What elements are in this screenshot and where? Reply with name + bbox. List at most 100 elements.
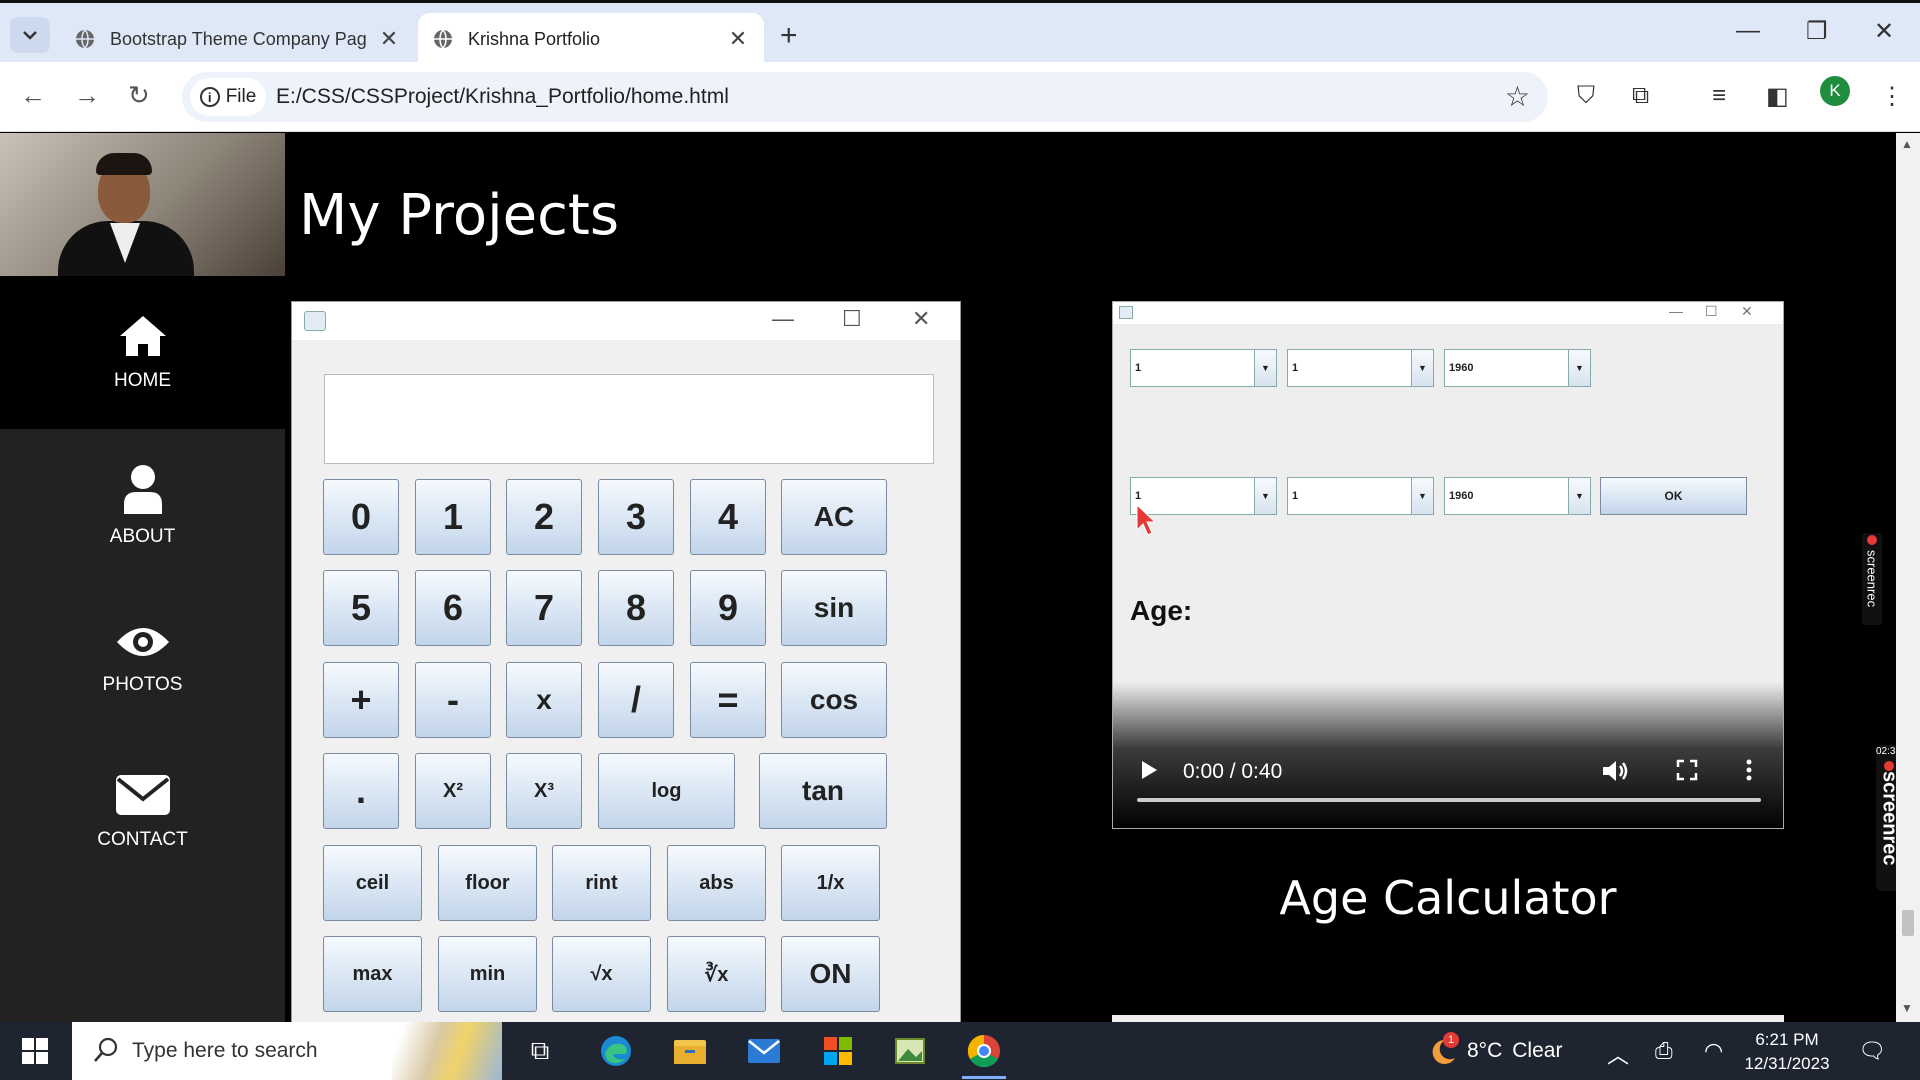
calc-button-tan: tan bbox=[759, 753, 887, 829]
close-window-icon[interactable]: ✕ bbox=[1874, 17, 1894, 46]
back-icon[interactable]: ← bbox=[20, 80, 46, 111]
search-icon bbox=[94, 1037, 118, 1062]
scroll-up-icon[interactable]: ▲ bbox=[1901, 137, 1913, 151]
close-icon: ✕ bbox=[912, 306, 931, 331]
calc-button-8: 8 bbox=[598, 570, 674, 646]
select-value: 1960 bbox=[1449, 490, 1474, 502]
age-calculator-caption: Age Calculator bbox=[1279, 871, 1617, 925]
sidebar-item-about[interactable]: ABOUT bbox=[0, 429, 285, 582]
side-panel-icon[interactable]: ◧ bbox=[1766, 82, 1789, 111]
video-progress-bar[interactable] bbox=[1137, 798, 1761, 802]
calc-button-ceil: ceil bbox=[323, 845, 422, 921]
maximize-icon: ☐ bbox=[1705, 303, 1718, 319]
minimize-window-icon[interactable]: — bbox=[1736, 17, 1760, 45]
calc-button-abs: abs bbox=[667, 845, 766, 921]
sidebar-item-label: PHOTOS bbox=[102, 673, 183, 695]
sidebar-nav: HOME ABOUT PHOTOS CONTACT bbox=[0, 276, 285, 1022]
windows-start-icon[interactable] bbox=[22, 1038, 48, 1064]
taskbar-clock[interactable]: 6:21 PM 12/31/2023 bbox=[1742, 1028, 1832, 1076]
birth-year-select: 1960 ▼ bbox=[1444, 349, 1591, 387]
screenrec-badge-small[interactable]: screenrec bbox=[1862, 533, 1882, 625]
maximize-icon: ☐ bbox=[842, 306, 862, 331]
microsoft-store-icon[interactable] bbox=[818, 1032, 858, 1070]
video-controls-gradient bbox=[1113, 682, 1783, 828]
close-tab-icon[interactable]: ✕ bbox=[377, 26, 401, 52]
volume-icon[interactable] bbox=[1601, 758, 1629, 784]
calc-button-multiply: x bbox=[506, 662, 582, 738]
sidebar-item-home[interactable]: HOME bbox=[0, 276, 285, 429]
sidebar-item-contact[interactable]: CONTACT bbox=[0, 735, 285, 888]
calc-button-max: max bbox=[323, 936, 422, 1012]
notifications-icon[interactable]: 🗨 bbox=[1858, 1038, 1886, 1064]
url-text[interactable]: E:/CSS/CSSProject/Krishna_Portfolio/home… bbox=[276, 85, 729, 109]
select-value: 1 bbox=[1292, 362, 1299, 374]
wifi-icon[interactable]: ◠ bbox=[1704, 1038, 1723, 1064]
page-scrollbar[interactable]: ▲ ▼ bbox=[1896, 133, 1920, 1022]
edge-browser-icon[interactable] bbox=[596, 1032, 636, 1070]
calc-button-equals: = bbox=[690, 662, 766, 738]
taskbar-search-box[interactable]: Type here to search bbox=[72, 1022, 502, 1080]
age-calculator-title-bar: — ☐ ✕ bbox=[1113, 302, 1783, 324]
meet-now-icon[interactable]: ⎙ bbox=[1655, 1038, 1673, 1064]
age-calculator-video[interactable]: — ☐ ✕ 1 ▼ 1 ▼ 1960 ▼ 1 ▼ 1 ▼ 1960 ▼ OK Age: 0:… bbox=[1112, 301, 1784, 829]
shield-extension-icon[interactable]: ⛉ bbox=[1577, 82, 1595, 110]
calc-button-floor: floor bbox=[438, 845, 537, 921]
sidebar-item-label: ABOUT bbox=[109, 525, 176, 547]
current-month-select: 1 ▼ bbox=[1287, 477, 1434, 515]
file-explorer-icon[interactable] bbox=[670, 1032, 710, 1070]
calc-button-rint: rint bbox=[552, 845, 651, 921]
globe-icon bbox=[76, 29, 94, 49]
tab-title: Bootstrap Theme Company Pag bbox=[110, 28, 367, 49]
bookmark-star-icon[interactable]: ☆ bbox=[1505, 80, 1530, 113]
restore-window-icon[interactable]: ❐ bbox=[1806, 17, 1828, 46]
calc-button-divide: / bbox=[598, 662, 674, 738]
calc-button-cube: X³ bbox=[506, 753, 582, 829]
calc-button-cbrt: ∛x bbox=[667, 936, 766, 1012]
forward-icon[interactable]: → bbox=[74, 80, 100, 111]
calculator-window: — ☐ ✕ 0 1 2 3 4 AC 5 6 7 8 9 sin + - x /… bbox=[291, 301, 961, 1022]
screenrec-label: screenrec bbox=[1878, 770, 1897, 866]
reload-icon[interactable]: ↻ bbox=[128, 80, 150, 111]
task-view-icon[interactable]: ⧉ bbox=[520, 1032, 560, 1070]
new-tab-button[interactable]: + bbox=[780, 19, 798, 53]
weather-temp: 8°C bbox=[1467, 1039, 1503, 1062]
address-bar[interactable]: i File E:/CSS/CSSProject/Krishna_Portfol… bbox=[182, 72, 1548, 122]
site-info-chip[interactable]: i File bbox=[190, 78, 266, 116]
more-menu-icon[interactable]: ⋮ bbox=[1880, 82, 1904, 111]
calc-button-sin: sin bbox=[781, 570, 887, 646]
calc-button-6: 6 bbox=[415, 570, 491, 646]
tab-search-button[interactable] bbox=[10, 17, 50, 53]
select-value: 1960 bbox=[1449, 362, 1474, 374]
tab-bootstrap-theme[interactable]: Bootstrap Theme Company Pag ✕ bbox=[60, 13, 415, 65]
play-icon[interactable] bbox=[1139, 758, 1159, 782]
dropdown-arrow-icon: ▼ bbox=[1411, 350, 1433, 386]
calc-button-plus: + bbox=[323, 662, 399, 738]
fullscreen-icon[interactable] bbox=[1675, 758, 1699, 782]
scrollbar-thumb[interactable] bbox=[1902, 910, 1914, 936]
media-control-icon[interactable]: ≡ bbox=[1712, 82, 1726, 110]
clock-time: 6:21 PM bbox=[1755, 1030, 1819, 1049]
calc-button-4: 4 bbox=[690, 479, 766, 555]
show-hidden-icons-chevron[interactable]: ︿ bbox=[1607, 1038, 1629, 1070]
age-result-label: Age: bbox=[1130, 595, 1193, 626]
calc-button-sqrt: √x bbox=[552, 936, 651, 1012]
sidebar-item-photos[interactable]: PHOTOS bbox=[0, 582, 285, 735]
mail-icon[interactable] bbox=[744, 1032, 784, 1070]
minimize-icon: — bbox=[1669, 303, 1683, 319]
scroll-down-icon[interactable]: ▼ bbox=[1901, 1001, 1913, 1015]
profile-avatar[interactable]: K bbox=[1820, 76, 1850, 106]
more-options-icon[interactable] bbox=[1745, 758, 1753, 782]
photos-app-icon[interactable] bbox=[890, 1032, 930, 1070]
weather-widget[interactable]: 1 8°C Clear bbox=[1425, 1032, 1562, 1066]
chrome-browser-icon[interactable] bbox=[964, 1032, 1004, 1070]
extensions-puzzle-icon[interactable]: ⧉ bbox=[1632, 82, 1649, 110]
tab-krishna-portfolio[interactable]: Krishna Portfolio ✕ bbox=[418, 13, 764, 65]
windows-taskbar: Type here to search ⧉ 1 8°C Clear ︿ ⎙ ◠ … bbox=[0, 1022, 1920, 1080]
calc-button-min: min bbox=[438, 936, 537, 1012]
close-tab-icon[interactable]: ✕ bbox=[726, 26, 750, 52]
dropdown-arrow-icon: ▼ bbox=[1568, 478, 1590, 514]
envelope-icon bbox=[115, 774, 170, 815]
dropdown-arrow-icon: ▼ bbox=[1411, 478, 1433, 514]
ok-button: OK bbox=[1600, 477, 1747, 515]
clock-date: 12/31/2023 bbox=[1744, 1054, 1830, 1073]
